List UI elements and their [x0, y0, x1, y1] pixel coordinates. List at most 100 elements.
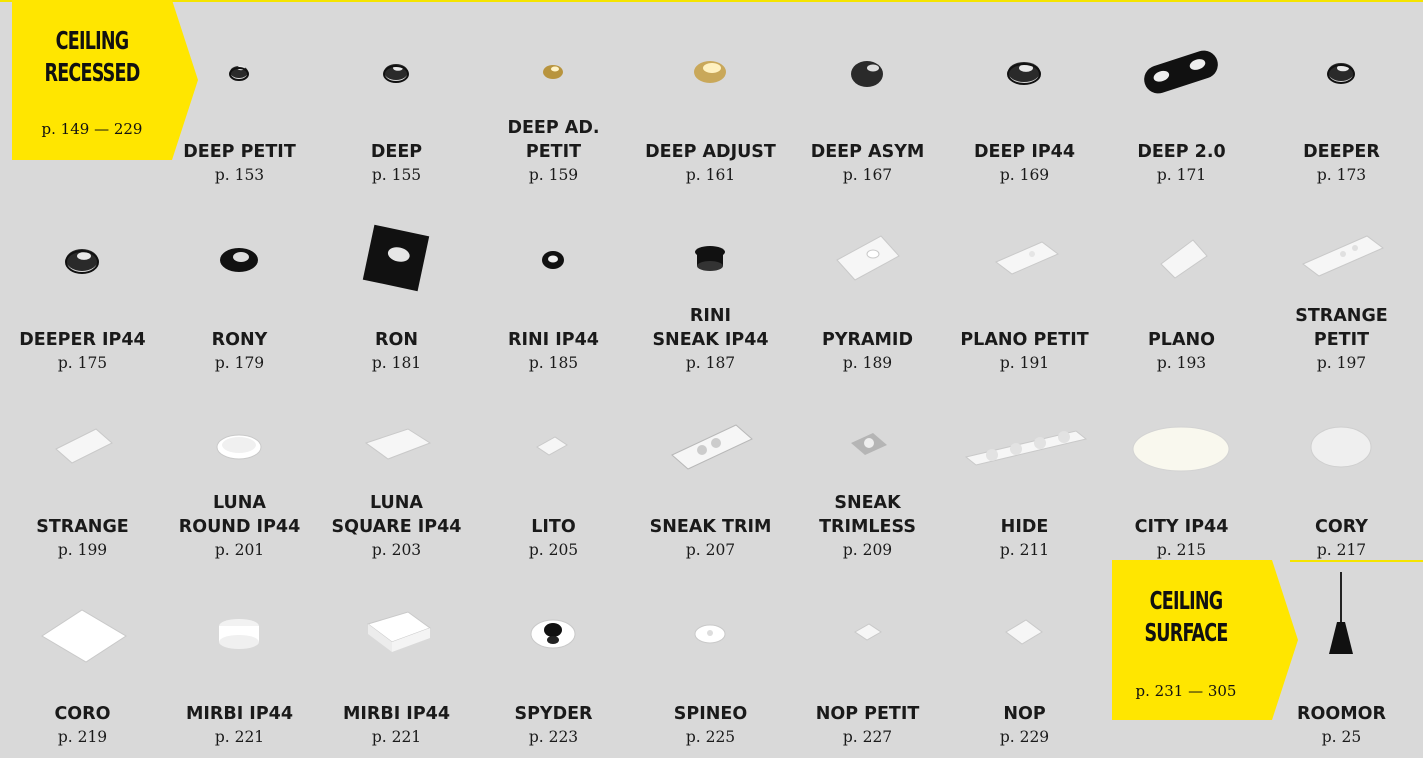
product-page-ref: p. 217	[1316, 541, 1367, 559]
product-page-ref: p. 171	[1156, 166, 1207, 184]
sneak-trim-icon	[632, 385, 789, 485]
product-name: SPINEO	[673, 704, 748, 724]
product-name: SNEAK TRIMLESS	[819, 493, 916, 537]
product-name: CITY IP44	[1134, 517, 1229, 537]
product-page-ref: p. 161	[685, 166, 736, 184]
product-card[interactable]: NOP p. 229	[946, 572, 1103, 758]
product-page-ref: p. 221	[214, 728, 265, 746]
product-card[interactable]: DEEP p. 155	[318, 10, 475, 196]
product-card[interactable]: STRANGE PETIT p. 197	[1263, 198, 1420, 384]
product-name: MIRBI IP44	[185, 704, 294, 724]
spyder-icon	[475, 572, 632, 672]
product-name: DEEP IP44	[973, 142, 1076, 162]
spineo-icon	[632, 572, 789, 672]
product-card[interactable]: RONY p. 179	[161, 198, 318, 384]
surface-tag-line1: CEILING	[1149, 586, 1223, 615]
product-page-ref: p. 155	[371, 166, 422, 184]
product-card[interactable]: LITO p. 205	[475, 385, 632, 571]
product-card[interactable]: RON p. 181	[318, 198, 475, 384]
product-card[interactable]: DEEPER IP44 p. 175	[4, 198, 161, 384]
product-card[interactable]: DEEP IP44 p. 169	[946, 10, 1103, 196]
surface-tag-title: CEILING SURFACE	[1128, 585, 1243, 649]
roomor-pendant-icon	[1263, 572, 1420, 672]
product-page-ref: p. 179	[214, 354, 265, 372]
product-name: MIRBI IP44	[342, 704, 451, 724]
pyramid-icon	[789, 198, 946, 298]
product-card[interactable]: ROOMOR p. 25	[1263, 572, 1420, 758]
product-name: STRANGE	[36, 517, 129, 537]
product-page-ref: p. 185	[528, 354, 579, 372]
product-page-ref: p. 201	[214, 541, 265, 559]
product-card[interactable]: LUNA SQUARE IP44 p. 203	[318, 385, 475, 571]
deep-icon	[318, 10, 475, 110]
product-card[interactable]: MIRBI IP44 p. 221	[318, 572, 475, 758]
product-page-ref: p. 203	[371, 541, 422, 559]
product-page-ref: p. 223	[528, 728, 579, 746]
product-page-ref: p. 227	[842, 728, 893, 746]
product-name: DEEP 2.0	[1137, 142, 1226, 162]
product-name: DEEP ADJUST	[645, 142, 776, 162]
product-name: DEEPER IP44	[19, 330, 146, 350]
coro-icon	[4, 572, 161, 672]
product-card[interactable]: SPYDER p. 223	[475, 572, 632, 758]
product-page-ref: p. 153	[214, 166, 265, 184]
product-page-ref: p. 207	[685, 541, 736, 559]
product-page-ref: p. 215	[1156, 541, 1207, 559]
deep-ad-petit-icon	[475, 10, 632, 110]
nop-petit-icon	[789, 572, 946, 672]
deep-asym-icon	[789, 10, 946, 110]
product-page-ref: p. 159	[528, 166, 579, 184]
product-page-ref: p. 169	[999, 166, 1050, 184]
product-name: CORO	[54, 704, 111, 724]
deep-petit-icon	[161, 10, 318, 110]
product-card[interactable]: PYRAMID p. 189	[789, 198, 946, 384]
product-name: RON	[375, 330, 418, 350]
product-card[interactable]: SPINEO p. 225	[632, 572, 789, 758]
product-card[interactable]: DEEP ADJUST p. 161	[632, 10, 789, 196]
product-card[interactable]: CORY p. 217	[1263, 385, 1420, 571]
deeper-ip44-icon	[4, 198, 161, 298]
product-card[interactable]: MIRBI IP44 p. 221	[161, 572, 318, 758]
product-page-ref: p. 193	[1156, 354, 1207, 372]
product-page-ref: p. 221	[371, 728, 422, 746]
product-card[interactable]: NOP PETIT p. 227	[789, 572, 946, 758]
product-card[interactable]: STRANGE p. 199	[4, 385, 161, 571]
product-page-ref: p. 25	[1321, 728, 1362, 746]
rony-icon	[161, 198, 318, 298]
product-card[interactable]: DEEP AD. PETIT p. 159	[475, 10, 632, 196]
product-card[interactable]: RINI SNEAK IP44 p. 187	[632, 198, 789, 384]
mirbi-ip44-square-icon	[318, 572, 475, 672]
product-card[interactable]: HIDE p. 211	[946, 385, 1103, 571]
product-card[interactable]: DEEP 2.0 p. 171	[1103, 10, 1260, 196]
product-card[interactable]: LUNA ROUND IP44 p. 201	[161, 385, 318, 571]
product-card[interactable]: RINI IP44 p. 185	[475, 198, 632, 384]
product-page-ref: p. 191	[999, 354, 1050, 372]
product-name: LUNA SQUARE IP44	[331, 493, 462, 537]
product-card[interactable]: DEEPER p. 173	[1263, 10, 1420, 196]
product-page-ref: p. 181	[371, 354, 422, 372]
product-page-ref: p. 173	[1316, 166, 1367, 184]
product-page-ref: p. 211	[999, 541, 1050, 559]
product-card[interactable]: PLANO p. 193	[1103, 198, 1260, 384]
product-name: ROOMOR	[1297, 704, 1386, 724]
product-page-ref: p. 199	[57, 541, 108, 559]
product-card[interactable]: DEEP ASYM p. 167	[789, 10, 946, 196]
product-card[interactable]: CITY IP44 p. 215	[1103, 385, 1260, 571]
recessed-tag-line2: RECESSED	[44, 58, 140, 87]
product-card[interactable]: CORO p. 219	[4, 572, 161, 758]
deep-2-icon	[1103, 10, 1260, 110]
luna-round-icon	[161, 385, 318, 485]
deeper-icon	[1263, 10, 1420, 110]
deep-ip44-icon	[946, 10, 1103, 110]
mirbi-ip44-round-icon	[161, 572, 318, 672]
product-card[interactable]: SNEAK TRIM p. 207	[632, 385, 789, 571]
product-card[interactable]: SNEAK TRIMLESS p. 209	[789, 385, 946, 571]
product-name: DEEP AD. PETIT	[507, 118, 600, 162]
top-accent-line	[0, 0, 1423, 2]
product-card[interactable]: PLANO PETIT p. 191	[946, 198, 1103, 384]
product-name: DEEPER	[1303, 142, 1380, 162]
recessed-tag-title: CEILING RECESSED	[30, 25, 155, 89]
product-page-ref: p. 229	[999, 728, 1050, 746]
product-card[interactable]: DEEP PETIT p. 153	[161, 10, 318, 196]
product-name: LITO	[531, 517, 576, 537]
